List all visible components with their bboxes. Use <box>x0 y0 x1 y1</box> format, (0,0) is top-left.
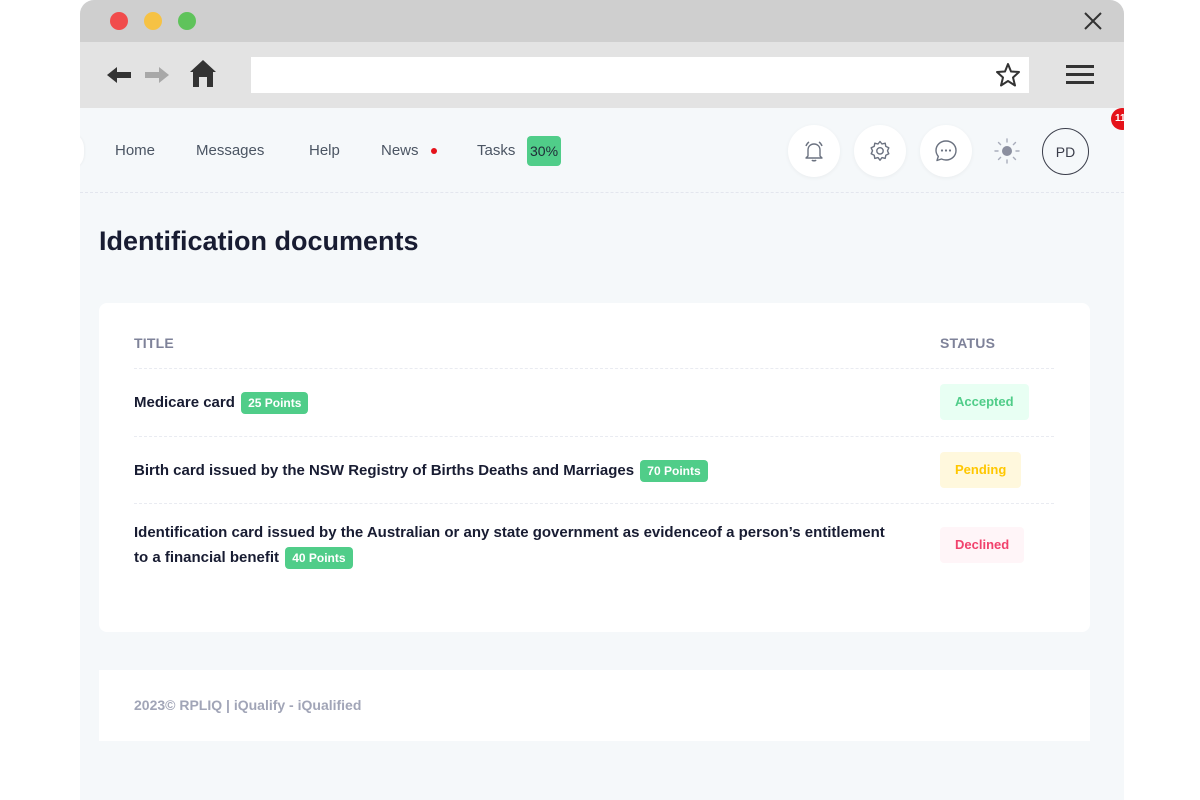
back-arrow-icon[interactable] <box>104 60 134 90</box>
app-navbar: Home Messages Help News Tasks 30% PD 11 <box>80 108 1124 193</box>
browser-toolbar <box>80 42 1124 108</box>
status-badge: Pending <box>940 452 1022 488</box>
table-divider <box>134 436 1054 437</box>
title-bar <box>80 0 1124 42</box>
close-icon[interactable] <box>1082 10 1104 32</box>
url-bar[interactable] <box>251 57 1029 93</box>
window-maximize-dot[interactable] <box>178 12 196 30</box>
nav-help[interactable]: Help <box>309 142 340 159</box>
chat-button[interactable] <box>920 125 972 177</box>
page-footer: 2023© RPLIQ | iQualify - iQualified <box>99 670 1090 741</box>
document-title: Medicare card <box>134 394 235 411</box>
news-indicator-dot <box>431 148 437 154</box>
table-row[interactable]: Birth card issued by the NSW Registry of… <box>134 458 708 483</box>
column-header-title: TITLE <box>134 335 174 351</box>
notifications-button[interactable] <box>788 125 840 177</box>
window-minimize-dot[interactable] <box>144 12 162 30</box>
nav-messages[interactable]: Messages <box>196 142 264 159</box>
documents-table-card: TITLE STATUS Medicare card 25 Points Acc… <box>99 303 1090 632</box>
star-icon[interactable] <box>994 61 1022 89</box>
status-badge: Accepted <box>940 384 1029 420</box>
table-row[interactable]: Medicare card 25 Points <box>134 390 309 415</box>
bell-icon <box>805 141 823 162</box>
sidebar-toggle[interactable] <box>80 132 84 170</box>
browser-window: Home Messages Help News Tasks 30% PD 11 … <box>80 0 1124 800</box>
table-divider <box>134 503 1054 504</box>
theme-toggle-sun-icon[interactable] <box>993 137 1021 165</box>
document-title: Identification card issued by the Austra… <box>134 524 885 566</box>
nav-tasks[interactable]: Tasks <box>477 142 515 159</box>
footer-copyright: 2023© RPLIQ | iQualify - iQualified <box>134 697 362 713</box>
user-avatar[interactable]: PD <box>1042 128 1089 175</box>
notification-count-badge: 11 <box>1111 108 1124 130</box>
table-row[interactable]: Identification card issued by the Austra… <box>134 520 894 570</box>
tasks-progress-badge: 30% <box>527 136 562 166</box>
gear-icon <box>870 140 890 161</box>
hamburger-menu-icon[interactable] <box>1066 62 1094 88</box>
forward-arrow-icon[interactable] <box>142 60 172 90</box>
window-close-dot[interactable] <box>110 12 128 30</box>
status-badge: Declined <box>940 527 1025 563</box>
settings-button[interactable] <box>854 125 906 177</box>
nav-news[interactable]: News <box>381 142 419 159</box>
document-title: Birth card issued by the NSW Registry of… <box>134 462 635 479</box>
chat-bubble-icon <box>935 140 957 162</box>
points-badge: 40 Points <box>285 547 353 570</box>
table-divider <box>134 368 1054 369</box>
points-badge: 70 Points <box>640 460 708 483</box>
nav-home[interactable]: Home <box>115 142 155 159</box>
points-badge: 25 Points <box>241 392 309 415</box>
page-title: Identification documents <box>99 226 419 256</box>
home-icon[interactable] <box>188 58 218 88</box>
column-header-status: STATUS <box>940 335 996 351</box>
